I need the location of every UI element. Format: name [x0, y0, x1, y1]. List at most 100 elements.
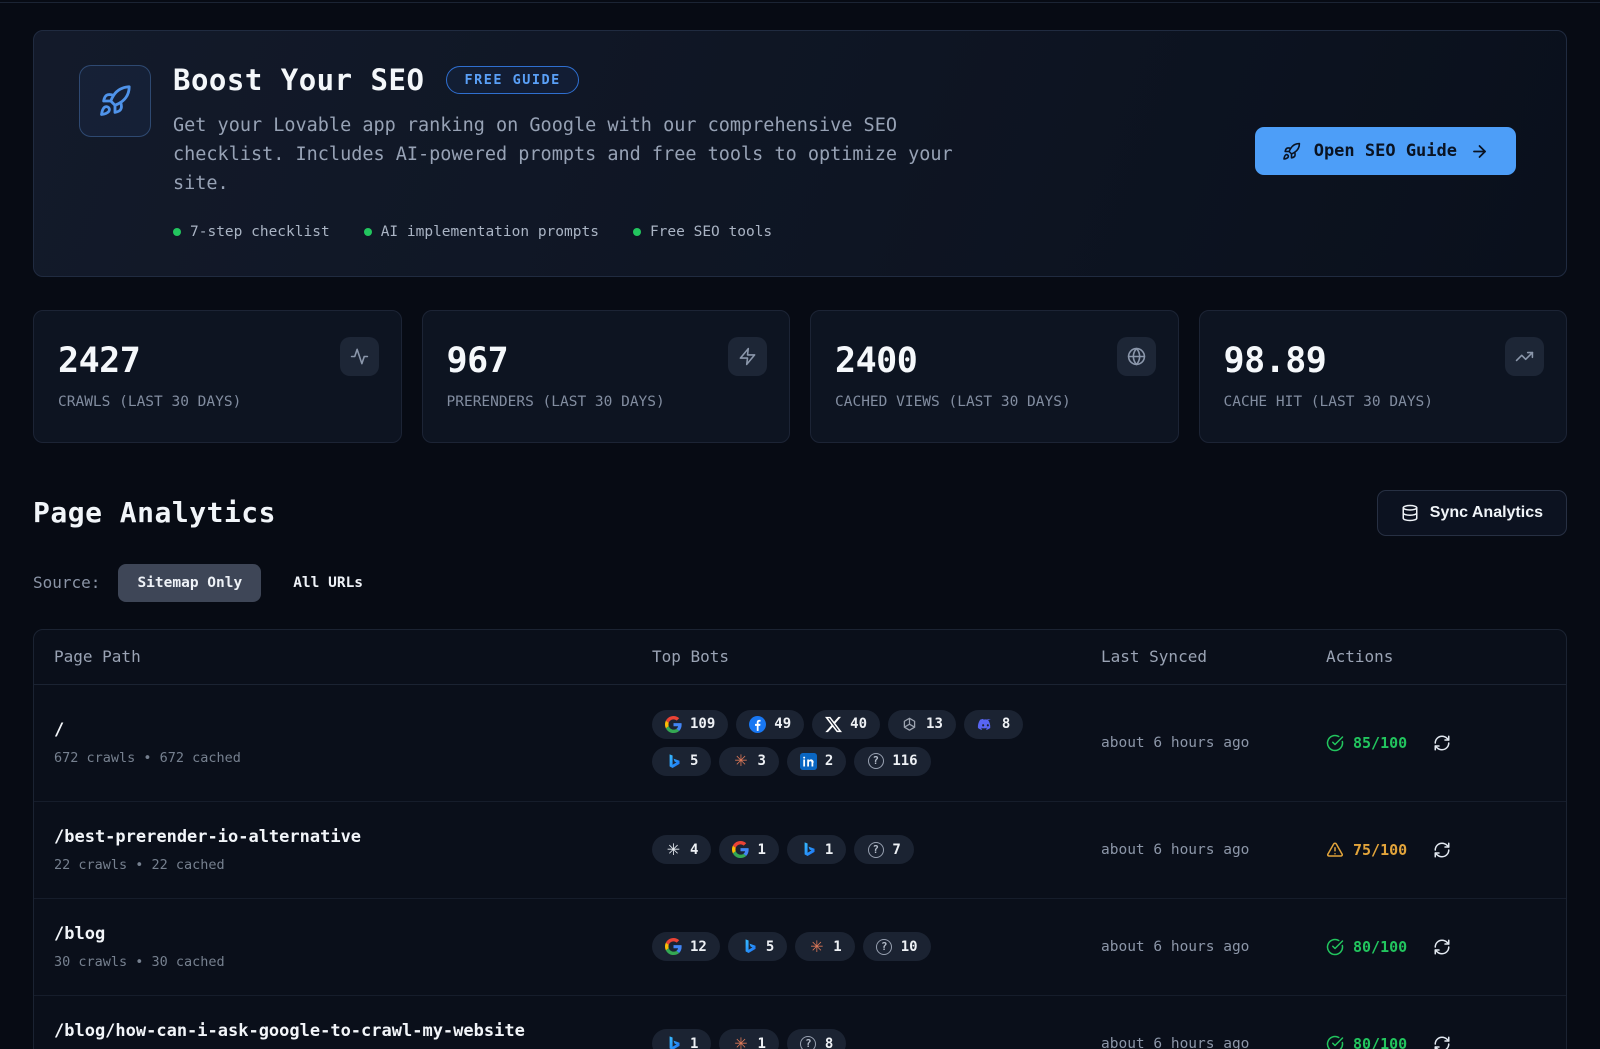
last-synced: about 6 hours ago	[1101, 842, 1326, 858]
bot-count: 1	[757, 842, 765, 858]
refresh-button[interactable]	[1433, 938, 1451, 956]
stat-label: CACHE HIT (LAST 30 DAYS)	[1224, 394, 1543, 410]
page-analytics-table: Page Path Top Bots Last Synced Actions /…	[33, 629, 1567, 1049]
source-option-sitemap-only[interactable]: Sitemap Only	[118, 564, 261, 602]
cta-label: Open SEO Guide	[1314, 141, 1457, 161]
free-guide-badge: FREE GUIDE	[446, 66, 578, 94]
green-dot-icon	[633, 228, 641, 236]
bot-count: 5	[766, 939, 774, 955]
google-icon	[665, 938, 682, 955]
crawl-stats: 22 crawls • 22 cached	[54, 857, 652, 873]
stat-value: 98.89	[1224, 341, 1543, 381]
seo-score: 75/100	[1326, 841, 1407, 859]
header-page-path: Page Path	[54, 647, 652, 666]
stat-value: 2400	[835, 341, 1154, 381]
bot-count: 8	[1002, 716, 1010, 732]
bot-count: 10	[901, 939, 918, 955]
bot-count: 49	[774, 716, 791, 732]
bot-badge-google: 1	[719, 835, 778, 864]
bot-badges: 125✳1?10	[652, 932, 1072, 961]
bot-badge-claude: ✳3	[719, 747, 778, 776]
page-title: Page Analytics	[33, 496, 276, 529]
stat-label: PRERENDERS (LAST 30 DAYS)	[447, 394, 766, 410]
bot-badge-x: 40	[812, 710, 880, 739]
page-path[interactable]: /blog	[54, 924, 652, 944]
refresh-button[interactable]	[1433, 734, 1451, 752]
bot-badge-bing: 5	[728, 932, 787, 961]
bot-count: 8	[825, 1036, 833, 1049]
last-synced: about 6 hours ago	[1101, 735, 1326, 751]
banner-title: Boost Your SEO	[173, 63, 424, 97]
bot-badge-google: 12	[652, 932, 720, 961]
stat-label: CACHED VIEWS (LAST 30 DAYS)	[835, 394, 1154, 410]
claude-icon: ✳	[732, 753, 749, 770]
header-actions: Actions	[1326, 647, 1546, 666]
stat-label: CRAWLS (LAST 30 DAYS)	[58, 394, 377, 410]
bot-count: 40	[850, 716, 867, 732]
openai-icon	[901, 716, 918, 733]
refresh-button[interactable]	[1433, 1035, 1451, 1049]
banner-description: Get your Lovable app ranking on Google w…	[173, 111, 1008, 199]
bot-badge-perplexity: ✳4	[652, 835, 711, 864]
claude-icon: ✳	[732, 1035, 749, 1049]
database-icon	[1401, 504, 1419, 522]
crawl-stats: 672 crawls • 672 cached	[54, 750, 652, 766]
bot-badge-bing: 1	[787, 835, 846, 864]
last-synced: about 6 hours ago	[1101, 939, 1326, 955]
bot-badge-linkedin: 2	[787, 747, 846, 776]
bot-badge-google: 109	[652, 710, 728, 739]
perplexity-icon: ✳	[665, 841, 682, 858]
crawl-stats: 30 crawls • 30 cached	[54, 954, 652, 970]
bing-icon	[665, 753, 682, 770]
stat-card-prerenders: 967 PRERENDERS (LAST 30 DAYS)	[422, 310, 791, 443]
x-icon	[825, 716, 842, 733]
stat-value: 2427	[58, 341, 377, 381]
sync-button-label: Sync Analytics	[1430, 504, 1543, 522]
bot-badge-claude: ✳1	[719, 1029, 778, 1049]
bot-badge-openai: 13	[888, 710, 956, 739]
source-option-all-urls[interactable]: All URLs	[279, 564, 377, 602]
bot-badge-claude: ✳1	[795, 932, 854, 961]
check-circle-icon	[1326, 938, 1344, 956]
unknown-icon: ?	[800, 1035, 817, 1049]
bot-badges: 1✳1?8	[652, 1029, 1072, 1049]
stat-cards: 2427 CRAWLS (LAST 30 DAYS) 967 PRERENDER…	[33, 310, 1567, 443]
page-path[interactable]: /	[54, 720, 652, 740]
last-synced: about 6 hours ago	[1101, 1036, 1326, 1049]
green-dot-icon	[173, 228, 181, 236]
feature-label: 7-step checklist	[190, 224, 330, 240]
bing-icon	[665, 1035, 682, 1049]
stat-card-cache-hit: 98.89 CACHE HIT (LAST 30 DAYS)	[1199, 310, 1568, 443]
seo-score: 80/100	[1326, 1035, 1407, 1049]
bot-count: 1	[825, 842, 833, 858]
table-row: /best-prerender-io-alternative 22 crawls…	[34, 802, 1566, 899]
bot-count: 1	[757, 1036, 765, 1049]
header-last-synced: Last Synced	[1101, 647, 1326, 666]
rocket-icon	[79, 65, 151, 137]
bot-count: 2	[825, 753, 833, 769]
sync-analytics-button[interactable]: Sync Analytics	[1377, 490, 1567, 536]
refresh-button[interactable]	[1433, 841, 1451, 859]
bot-count: 1	[833, 939, 841, 955]
bot-count: 5	[690, 753, 698, 769]
bot-badge-unknown: ?116	[854, 747, 930, 776]
bot-count: 13	[926, 716, 943, 732]
activity-icon	[340, 337, 379, 376]
table-row: / 672 crawls • 672 cached 109 49 40 13 8 5 ✳3 2…	[34, 685, 1566, 802]
facebook-icon	[749, 716, 766, 733]
zap-icon	[728, 337, 767, 376]
top-divider	[0, 0, 1600, 3]
page-path[interactable]: /blog/how-can-i-ask-google-to-crawl-my-w…	[54, 1021, 652, 1041]
table-body: / 672 crawls • 672 cached 109 49 40 13 8 5 ✳3 2…	[34, 685, 1566, 1049]
green-dot-icon	[364, 228, 372, 236]
bot-badge-unknown: ?7	[854, 835, 913, 864]
open-seo-guide-button[interactable]: Open SEO Guide	[1255, 127, 1516, 175]
rocket-icon	[1282, 142, 1301, 161]
stat-card-cached-views: 2400 CACHED VIEWS (LAST 30 DAYS)	[810, 310, 1179, 443]
bot-count: 1	[690, 1036, 698, 1049]
bot-badge-facebook: 49	[736, 710, 804, 739]
page-path[interactable]: /best-prerender-io-alternative	[54, 827, 652, 847]
banner-features: 7-step checklist AI implementation promp…	[173, 224, 1008, 240]
unknown-icon: ?	[867, 841, 884, 858]
feature-label: AI implementation prompts	[381, 224, 599, 240]
